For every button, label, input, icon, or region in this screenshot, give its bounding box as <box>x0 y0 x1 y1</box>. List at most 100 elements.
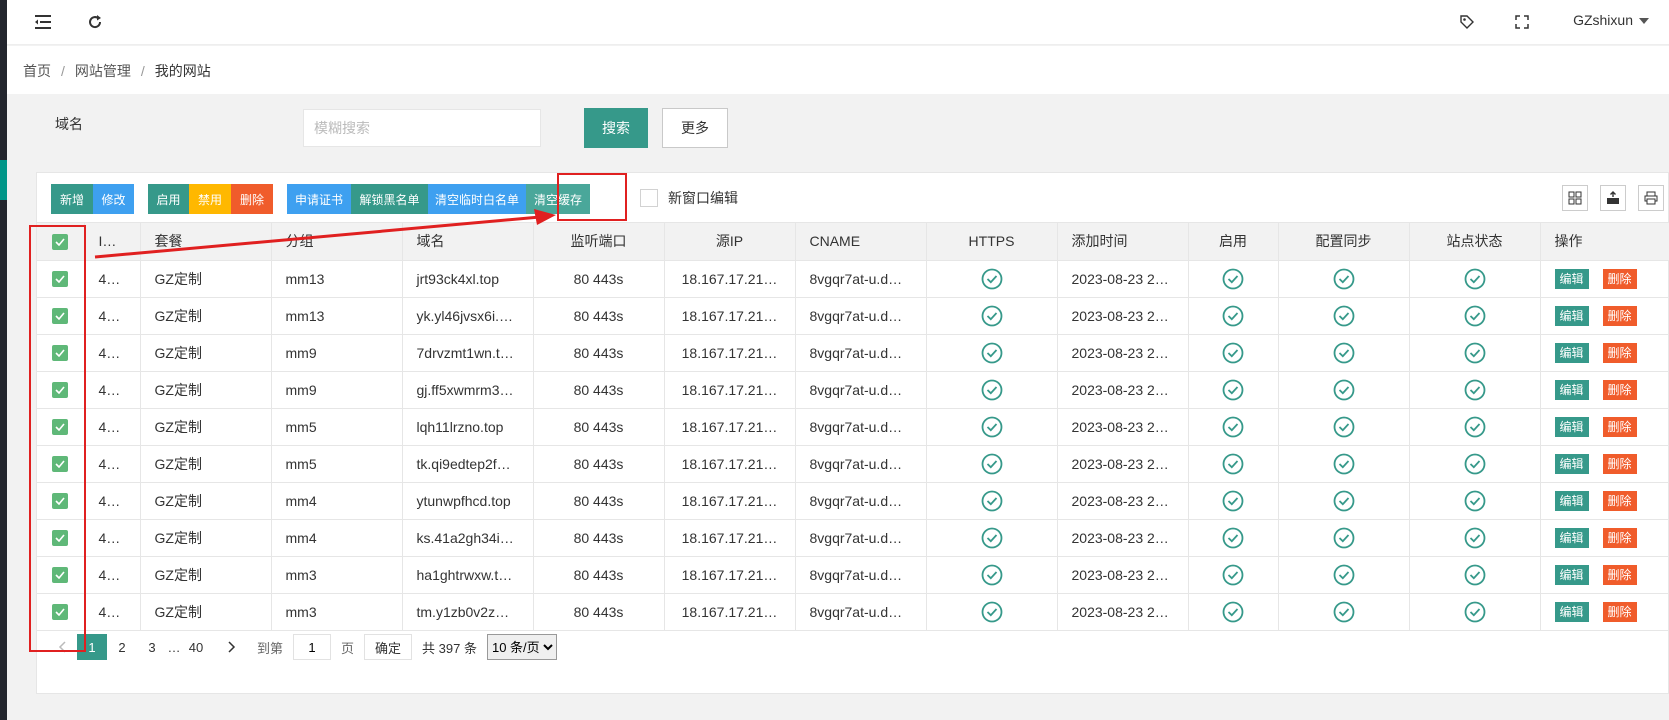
check-circle-icon <box>1464 268 1486 290</box>
print-icon[interactable] <box>1638 185 1664 211</box>
row-edit-button[interactable]: 编辑 <box>1554 379 1589 400</box>
cell-domain: lqh11lrzno.top <box>402 408 534 446</box>
row-delete-button[interactable]: 删除 <box>1602 564 1637 585</box>
tag-icon[interactable] <box>1455 10 1479 34</box>
check-circle-icon <box>1333 564 1355 586</box>
table-row[interactable]: 42… GZ定制 mm4 ks.41a2gh34i… 80 443s 18.167.17.… <box>37 519 1669 557</box>
page-last[interactable]: 40 <box>181 634 211 660</box>
page-size-select[interactable]: 10 条/页 <box>486 634 557 660</box>
row-edit-button[interactable]: 编辑 <box>1554 601 1589 622</box>
refresh-icon[interactable] <box>83 10 107 34</box>
row-checkbox[interactable] <box>52 493 69 510</box>
row-edit-button[interactable]: 编辑 <box>1554 564 1589 585</box>
domain-search-input[interactable] <box>303 109 541 147</box>
goto-page-input[interactable] <box>293 634 332 660</box>
row-checkbox[interactable] <box>52 345 69 362</box>
row-edit-button[interactable]: 编辑 <box>1554 268 1589 289</box>
table-row[interactable]: 42… GZ定制 mm4 ytunwpfhcd.top 80 443s 18.167.17… <box>37 482 1669 520</box>
row-edit-button[interactable]: 编辑 <box>1554 305 1589 326</box>
table-row[interactable]: 42… GZ定制 mm5 tk.qi9edtep2f… 80 443s 18.167.17… <box>37 445 1669 483</box>
user-menu[interactable]: GZshixun <box>1573 12 1649 28</box>
more-button[interactable]: 更多 <box>662 108 728 148</box>
cell-config-sync <box>1278 408 1410 446</box>
edit-button[interactable]: 修改 <box>93 184 134 214</box>
check-circle-icon <box>1222 305 1244 327</box>
table-row[interactable]: 42… GZ定制 mm9 7drvzmt1wn.t… 80 443s 18.167.17.… <box>37 334 1669 372</box>
table-row[interactable]: 42… GZ定制 mm5 lqh11lrzno.top 80 443s 18.167.17… <box>37 408 1669 446</box>
row-select-cell[interactable] <box>37 445 85 483</box>
prev-page-icon[interactable] <box>47 634 77 660</box>
row-checkbox[interactable] <box>52 530 69 547</box>
row-delete-button[interactable]: 删除 <box>1602 453 1637 474</box>
row-checkbox[interactable] <box>52 567 69 584</box>
row-checkbox[interactable] <box>52 604 69 621</box>
fullscreen-icon[interactable] <box>1510 10 1534 34</box>
disable-button[interactable]: 禁用 <box>189 184 231 214</box>
row-select-cell[interactable] <box>37 334 85 372</box>
row-delete-button[interactable]: 删除 <box>1602 268 1637 289</box>
row-edit-button[interactable]: 编辑 <box>1554 527 1589 548</box>
select-all-cell[interactable] <box>37 223 85 261</box>
row-delete-button[interactable]: 删除 <box>1602 416 1637 437</box>
cell-site-status <box>1409 445 1541 483</box>
row-edit-button[interactable]: 编辑 <box>1554 490 1589 511</box>
row-delete-button[interactable]: 删除 <box>1602 379 1637 400</box>
goto-confirm-button[interactable]: 确定 <box>364 634 413 660</box>
page-2[interactable]: 2 <box>107 634 137 660</box>
page-1[interactable]: 1 <box>77 634 107 660</box>
row-checkbox[interactable] <box>52 271 69 288</box>
sort-icon[interactable] <box>118 234 127 250</box>
row-select-cell[interactable] <box>37 297 85 335</box>
row-select-cell[interactable] <box>37 519 85 557</box>
row-delete-button[interactable]: 删除 <box>1602 527 1637 548</box>
unlock-blacklist-button[interactable]: 解锁黑名单 <box>351 184 428 214</box>
table-row[interactable]: 42… GZ定制 mm9 gj.ff5xwmrm3… 80 443s 18.167.17.… <box>37 371 1669 409</box>
cell-id: 42… <box>84 297 141 335</box>
row-checkbox[interactable] <box>52 456 69 473</box>
apply-cert-button[interactable]: 申请证书 <box>287 184 351 214</box>
next-page-icon[interactable] <box>217 634 247 660</box>
page-3[interactable]: 3 <box>137 634 167 660</box>
select-all-checkbox[interactable] <box>52 233 69 250</box>
delete-button[interactable]: 删除 <box>231 184 273 214</box>
row-delete-button[interactable]: 删除 <box>1602 601 1637 622</box>
row-checkbox[interactable] <box>52 382 69 399</box>
clear-temp-whitelist-button[interactable]: 清空临时白名单 <box>428 184 526 214</box>
row-select-cell[interactable] <box>37 408 85 446</box>
new-window-edit-toggle[interactable]: 新窗口编辑 <box>640 188 738 208</box>
row-checkbox[interactable] <box>52 419 69 436</box>
row-edit-button[interactable]: 编辑 <box>1554 342 1589 363</box>
table-row[interactable]: 42… GZ定制 mm3 ha1ghtrwxw.t… 80 443s 18.167.17.… <box>37 556 1669 594</box>
clear-cache-button[interactable]: 清空缓存 <box>526 184 590 214</box>
col-id[interactable]: ID <box>84 223 141 261</box>
row-delete-button[interactable]: 删除 <box>1602 305 1637 326</box>
row-select-cell[interactable] <box>37 371 85 409</box>
check-circle-icon <box>981 305 1003 327</box>
row-edit-button[interactable]: 编辑 <box>1554 453 1589 474</box>
page-ellipsis: … <box>167 639 181 655</box>
breadcrumb-home[interactable]: 首页 <box>23 63 51 79</box>
export-icon[interactable] <box>1600 185 1626 211</box>
col-cname: CNAME <box>795 223 927 261</box>
cell-https <box>926 445 1058 483</box>
col-config-sync: 配置同步 <box>1278 223 1410 261</box>
row-delete-button[interactable]: 删除 <box>1602 490 1637 511</box>
breadcrumb-site-management[interactable]: 网站管理 <box>75 63 131 79</box>
table-row[interactable]: 42… GZ定制 mm13 yk.yl46jvsx6i.… 80 443s 18.167.… <box>37 297 1669 335</box>
row-checkbox[interactable] <box>52 308 69 325</box>
new-window-checkbox[interactable] <box>640 189 658 207</box>
cell-added-time: 2023-08-23 2… <box>1057 334 1189 372</box>
menu-toggle-icon[interactable] <box>31 10 55 34</box>
row-edit-button[interactable]: 编辑 <box>1554 416 1589 437</box>
row-select-cell[interactable] <box>37 556 85 594</box>
table-row[interactable]: 42… GZ定制 mm13 jrt93ck4xl.top 80 443s 18.167.1… <box>37 260 1669 298</box>
add-button[interactable]: 新增 <box>51 184 93 214</box>
row-select-cell[interactable] <box>37 260 85 298</box>
columns-filter-icon[interactable] <box>1562 185 1588 211</box>
cell-group: mm4 <box>271 519 403 557</box>
enable-button[interactable]: 启用 <box>148 184 189 214</box>
row-delete-button[interactable]: 删除 <box>1602 342 1637 363</box>
search-button[interactable]: 搜索 <box>584 108 648 148</box>
cell-id: 42… <box>84 482 141 520</box>
row-select-cell[interactable] <box>37 482 85 520</box>
